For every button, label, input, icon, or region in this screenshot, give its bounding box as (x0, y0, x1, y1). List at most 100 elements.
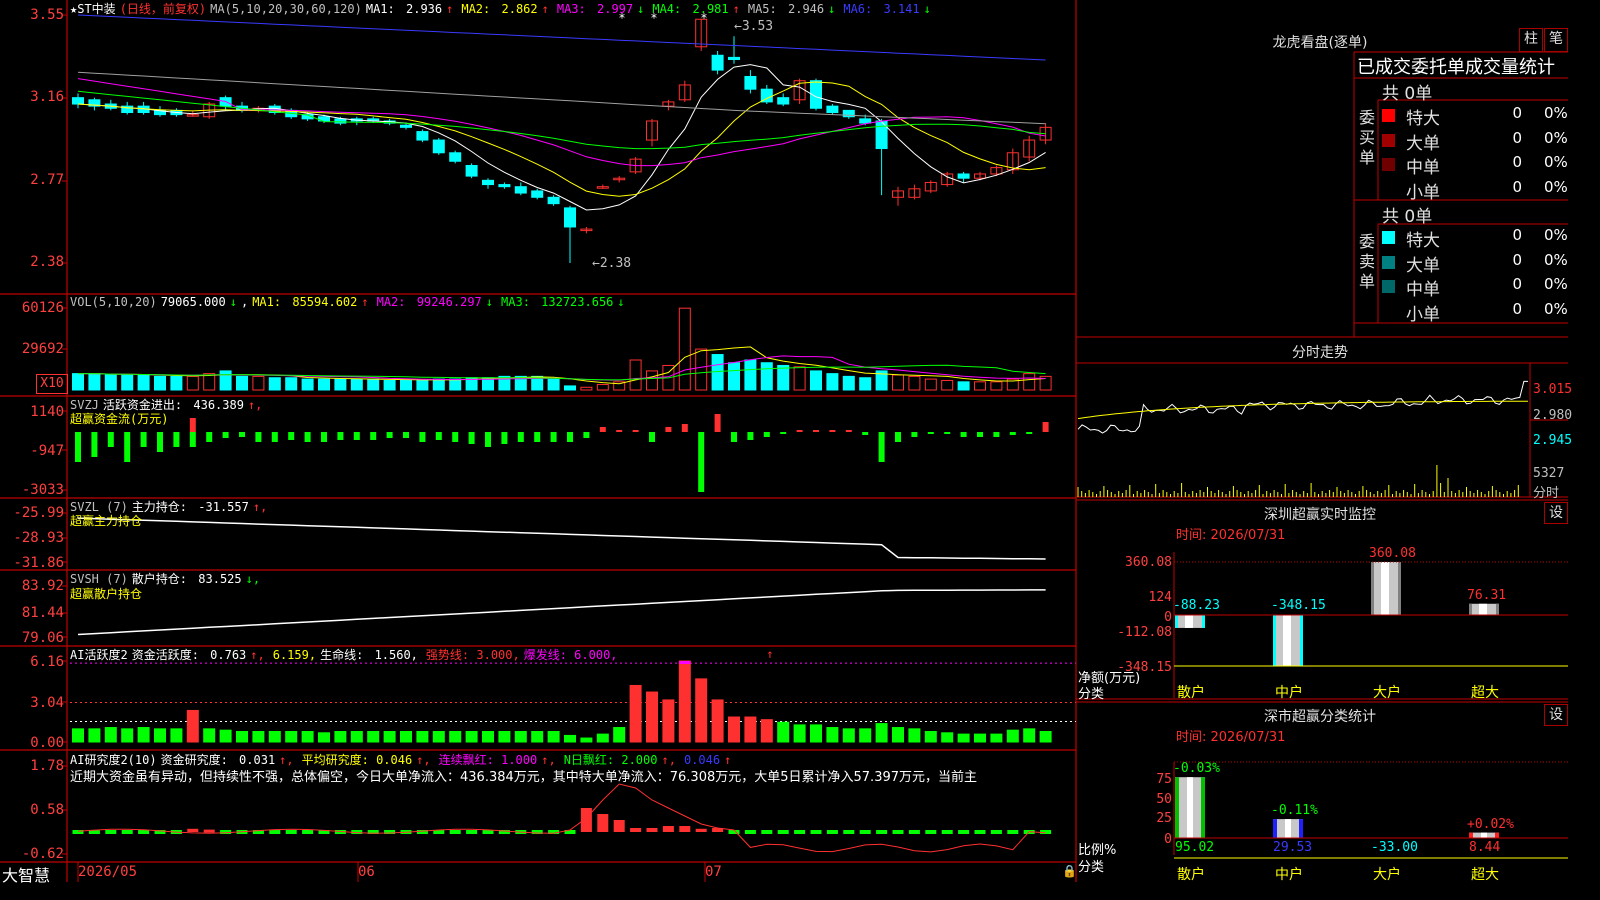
volume-bar (432, 378, 445, 391)
activity-bar (924, 730, 937, 743)
order-row: 小单 0 0% (1380, 177, 1568, 203)
sc-stat-settings-button[interactable]: 设 (1544, 704, 1568, 726)
flow-bar (239, 432, 245, 437)
y-tick-label: 2.38 (30, 254, 64, 270)
svzj-sub: 超赢资金流(万元) (70, 412, 169, 426)
burst-marker (679, 661, 691, 664)
ai-active-f2: 6.159, (272, 648, 317, 662)
bar-mode-button[interactable]: 柱 (1519, 28, 1543, 52)
flow-bar (370, 432, 377, 440)
y-tick-label: 60126 (21, 300, 64, 316)
volume-bar (301, 378, 314, 391)
ma-params: MA(5,10,20,30,60,120) (210, 2, 362, 16)
volume-bar (154, 375, 166, 391)
y-tick-label: 3.55 (30, 7, 64, 23)
flow-bar (731, 432, 737, 442)
activity-bar (892, 727, 904, 743)
sz-bar-highlight (1185, 615, 1193, 628)
order-row: 特大 0 0% (1380, 225, 1568, 251)
vol-ma-value: 85594.602 (292, 295, 358, 309)
vol-ma-item-2: MA2: 99246.297 ↓ (377, 295, 497, 309)
research-bar (203, 829, 215, 833)
activity-bar (498, 730, 511, 743)
flow-bar (386, 432, 393, 438)
activity-bar (72, 728, 84, 743)
order-percent: 0% (1544, 299, 1568, 318)
activity-bar (252, 730, 265, 743)
flow-bar (337, 432, 344, 440)
activity-bar (941, 732, 954, 743)
candle-body (72, 97, 84, 105)
lock-icon[interactable]: 🔒 (1062, 864, 1077, 878)
activity-bar (596, 733, 609, 743)
ai-research-f2: 平均研究度: 0.046 ↑, (301, 753, 431, 767)
sc-stat-title: 深市超赢分类统计 (1264, 709, 1376, 725)
volume-bar (646, 370, 658, 391)
vol-ma-label: MA3: (501, 295, 530, 309)
vol-ma-value: 99246.297 (416, 295, 482, 309)
svsh-line: 散户持仓: 83.525 ↓, (131, 572, 261, 586)
flow-bar (649, 432, 655, 442)
flow-bar (435, 432, 442, 440)
sz-bar-edge (1371, 562, 1374, 615)
volume-bar (678, 307, 691, 391)
volume-bar (88, 373, 101, 391)
flow-bar (304, 432, 311, 442)
order-type: 大单 (1406, 255, 1440, 276)
flow-bar (124, 432, 131, 462)
sc-bar-value: 95.02 (1175, 840, 1215, 855)
candle-body (514, 186, 527, 194)
sz-monitor-settings-button[interactable]: 设 (1544, 502, 1568, 524)
volume-bar (547, 378, 560, 391)
sz-y-tick: -112.08 (1117, 625, 1172, 640)
sc-bar-value: 29.53 (1273, 840, 1313, 855)
sc-y-tick: 25 (1156, 811, 1172, 826)
sc-bar-value: -33.00 (1371, 840, 1418, 855)
flow-bar (107, 432, 114, 447)
flow-bar (1009, 432, 1016, 435)
sc-bar-edge (1273, 819, 1277, 838)
research-bar (630, 828, 642, 832)
ma-item-2: MA2: 2.862 ↑ (461, 2, 553, 16)
activity-bar (613, 727, 626, 743)
order-count: 0 (1512, 128, 1522, 147)
y-tick-label: 29692 (21, 341, 64, 357)
fenshi-avg-line (1077, 400, 1528, 420)
ma-values: MA1: 2.936 ↑ MA2: 2.862 ↑ MA3: 2.997 ↓ MA4: 2.… (366, 2, 939, 16)
ai-research-f3: 连续飘红: 1.000 ↑, (438, 753, 556, 767)
flow-bar (993, 432, 1000, 437)
sz-bar-highlight (1479, 603, 1487, 615)
chart-canvas[interactable]: * * *↑ (0, 0, 1568, 882)
order-count: 0 (1512, 104, 1522, 122)
activity-bar (334, 730, 347, 743)
volume-bar (580, 386, 593, 391)
flow-bar (796, 430, 803, 432)
research-bar (826, 830, 838, 834)
sz-bar-value: 360.08 (1369, 546, 1416, 561)
sz-bar-value: -348.15 (1271, 598, 1326, 613)
sz-bar-highlight (1283, 615, 1291, 666)
vol-ma-values: MA1: 85594.602 ↑ MA2: 99246.297 ↓ MA3: 13272… (252, 295, 632, 309)
volume-bar (170, 375, 183, 391)
sz-bar-category: 大户 (1373, 685, 1401, 701)
ma-arrow: ↑ (732, 2, 740, 16)
tick-mode-button[interactable]: 笔 (1544, 28, 1568, 52)
sc-bar-category: 超大 (1471, 867, 1499, 883)
activity-bar (104, 727, 117, 743)
volume-bar (1023, 373, 1036, 391)
order-row: 特大 0 0% (1380, 103, 1568, 129)
order-percent: 0% (1544, 153, 1568, 171)
research-bar (990, 830, 1002, 834)
order-count: 0 (1512, 226, 1522, 244)
volume-bar (367, 378, 380, 391)
sz-bar-category: 超大 (1471, 685, 1499, 701)
order-count: 0 (1512, 275, 1522, 293)
ai-active-f5: 爆发线: 6.000, (523, 648, 618, 662)
research-bar (187, 828, 199, 832)
volume-bar (793, 366, 806, 391)
volume-bar (974, 381, 986, 391)
volume-bar (334, 378, 347, 391)
activity-bar (449, 730, 462, 743)
candle-body (531, 190, 544, 198)
volume-bar (924, 378, 937, 391)
